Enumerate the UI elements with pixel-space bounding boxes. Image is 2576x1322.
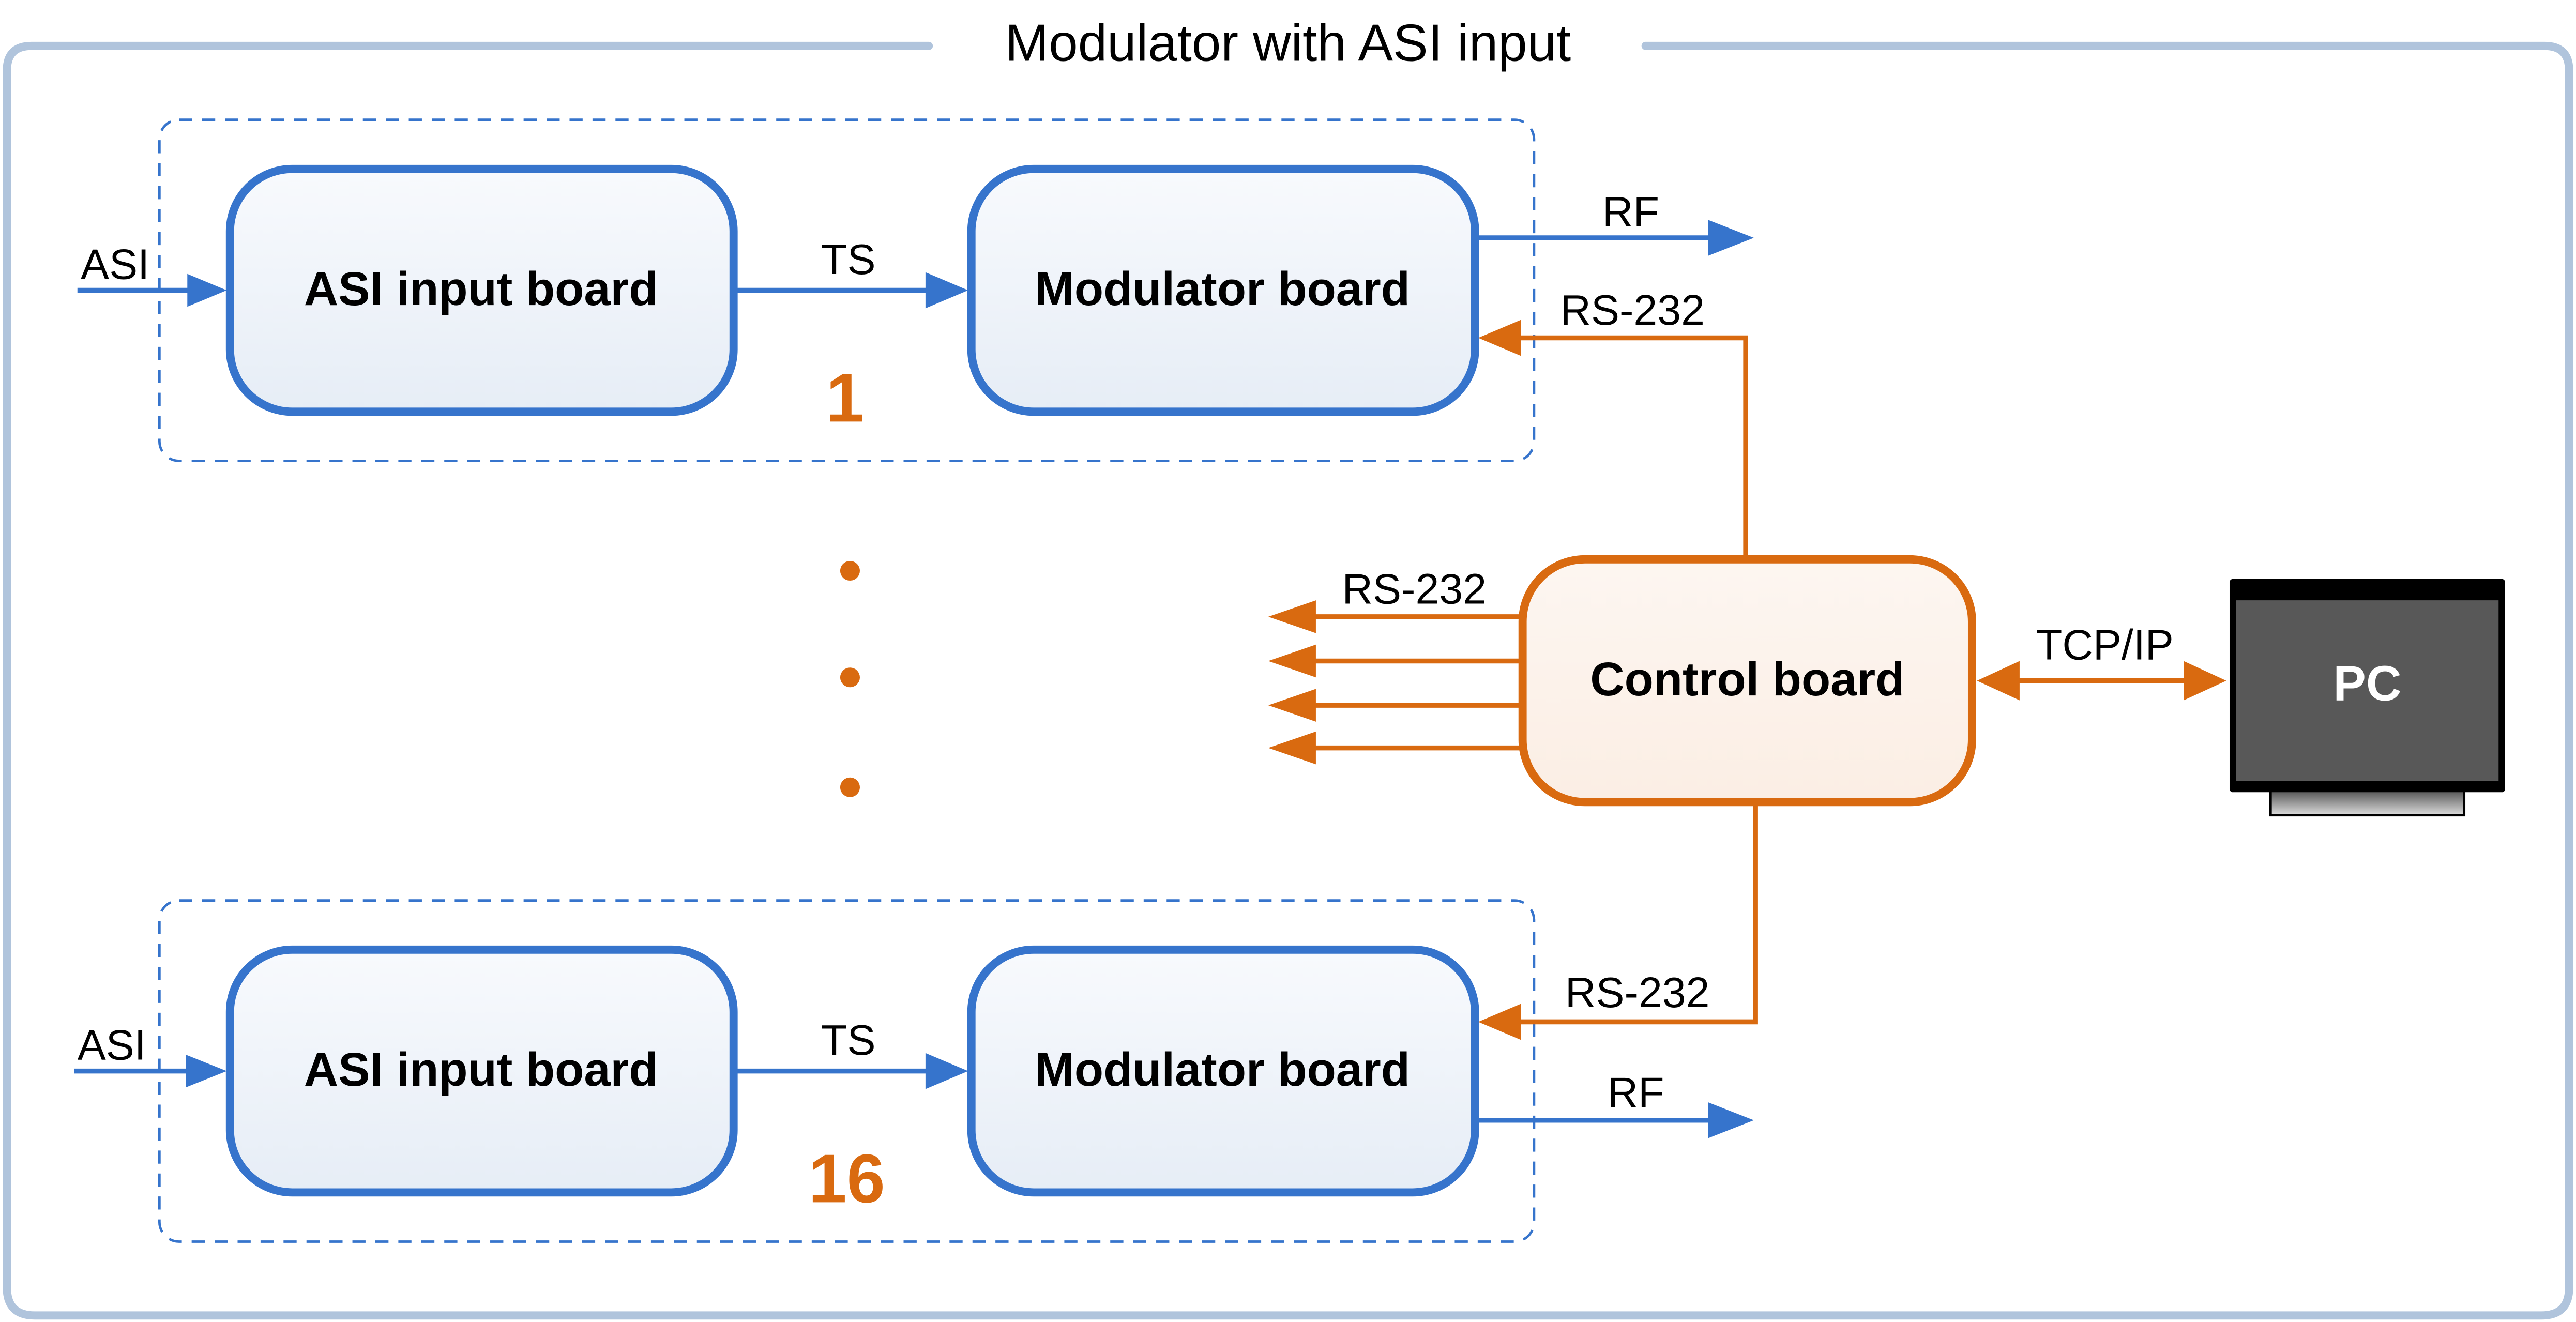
fanout-arrowhead [1268,600,1316,633]
tcpip-arrowhead-right [2184,661,2226,701]
rf-label-1: RF [1602,188,1659,236]
pc-monitor[interactable]: PC [2229,579,2505,817]
ts-arrowhead-1 [925,272,968,309]
tcpip-arrowhead-left [1977,661,2020,701]
diagram-title: Modulator with ASI input [1005,13,1571,72]
asi-input-board-1[interactable]: ASI input board [225,164,738,416]
asi-input-board-16[interactable]: ASI input board [225,945,738,1197]
channel-16: ASI ASI input board TS Modulator board R… [74,805,1758,1243]
asi-input-board-1-label: ASI input board [304,263,658,315]
modulator-board-16[interactable]: Modulator board [967,945,1479,1197]
fanout-rs232-label: RS-232 [1342,565,1487,613]
channel-number-1: 1 [826,359,864,436]
fanout-arrowhead [1268,731,1316,765]
asi-input-arrowhead-1 [187,273,227,307]
rf-label-16: RF [1608,1069,1664,1116]
rs232-label-1: RS-232 [1560,286,1705,334]
tcpip-label: TCP/IP [2036,621,2174,668]
rf-arrowhead-1 [1708,220,1754,256]
pc-label: PC [2333,657,2401,711]
rs232-arrowhead-16 [1478,1004,1521,1040]
control-fanout: RS-232 [1268,565,1521,765]
ts-arrowhead-16 [925,1053,968,1089]
fanout-arrowhead [1268,689,1316,722]
channel-number-16: 16 [809,1140,885,1217]
control-board-label: Control board [1590,653,1904,706]
rs232-arrowhead-1 [1478,320,1521,356]
modulator-board-1[interactable]: Modulator board [967,164,1479,416]
modulator-board-1-label: Modulator board [1035,263,1410,315]
pc-stand [2269,789,2466,817]
asi-input-arrowhead-16 [186,1054,227,1088]
ellipsis-dot [840,560,860,581]
ts-label-1: TS [821,236,875,283]
asi-input-label-1: ASI [81,240,149,288]
ellipsis-dot [840,667,860,688]
control-board[interactable]: Control board [1518,555,1976,807]
asi-input-board-16-label: ASI input board [304,1043,658,1096]
rs232-control-line-1 [1503,335,1748,558]
ts-label-16: TS [821,1016,875,1064]
ellipsis-dot [840,777,860,797]
diagram-canvas: Modulator with ASI input ASI ASI input b… [3,13,2573,1320]
asi-input-label-16: ASI [78,1021,146,1069]
rf-arrowhead-16 [1708,1102,1754,1138]
rs232-label-16: RS-232 [1565,969,1710,1016]
modulator-board-16-label: Modulator board [1035,1043,1410,1096]
fanout-arrowhead [1268,644,1316,678]
channel-1: ASI ASI input board TS Modulator board R… [77,118,1754,558]
